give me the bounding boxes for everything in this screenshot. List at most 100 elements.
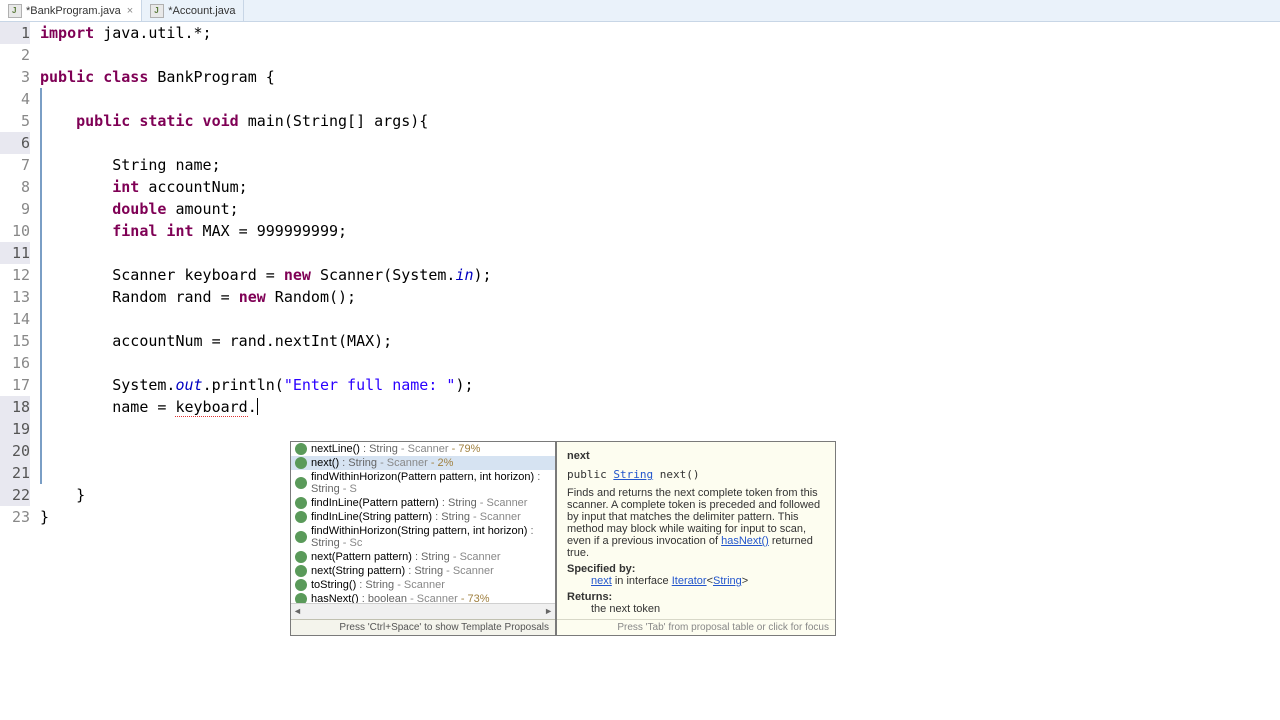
doc-signature: public String next() — [567, 468, 825, 481]
field-ref: out — [175, 376, 202, 394]
code-editor[interactable]: 123456789101112131415161718×1920212223 i… — [0, 22, 1280, 720]
autocomplete-label: findInLine(String pattern) : String - Sc… — [311, 511, 521, 523]
keyword: final — [112, 222, 157, 240]
line-number: 6 — [0, 132, 30, 154]
autocomplete-item[interactable]: findInLine(String pattern) : String - Sc… — [291, 510, 555, 524]
line-number-gutter: 123456789101112131415161718×1920212223 — [0, 22, 34, 720]
code-text: MAX = 999999999; — [194, 222, 348, 240]
code-text: ); — [474, 266, 492, 284]
line-number: 7 — [0, 154, 30, 176]
code-text: System. — [112, 376, 175, 394]
autocomplete-list[interactable]: nextLine() : String - Scanner - 79%next(… — [290, 441, 556, 636]
autocomplete-item[interactable]: hasNext() : boolean - Scanner - 73% — [291, 592, 555, 603]
line-number: 22 — [0, 484, 30, 506]
code-text-error: keyboard — [175, 398, 247, 417]
autocomplete-label: next() : String - Scanner - 2% — [311, 457, 453, 469]
line-number: 12 — [0, 264, 30, 286]
keyword: class — [94, 68, 148, 86]
method-icon — [295, 511, 307, 523]
line-number: 10 — [0, 220, 30, 242]
autocomplete-label: findWithinHorizon(Pattern pattern, int h… — [311, 471, 551, 495]
code-text: name = — [112, 398, 175, 416]
doc-title: next — [567, 450, 825, 462]
code-text: amount; — [166, 200, 238, 218]
autocomplete-label: toString() : String - Scanner — [311, 579, 445, 591]
method-icon — [295, 457, 307, 469]
method-link[interactable]: next — [591, 575, 612, 587]
code-text: rand — [175, 288, 211, 306]
javadoc-popup[interactable]: next public String next() Finds and retu… — [556, 441, 836, 636]
code-text: main(String[] args){ — [239, 112, 429, 130]
code-text: Random — [112, 288, 175, 306]
line-number: 13 — [0, 286, 30, 308]
line-number: 9 — [0, 198, 30, 220]
code-text: .println( — [203, 376, 284, 394]
tab-bankprogram[interactable]: *BankProgram.java × — [0, 0, 142, 21]
doc-body: Finds and returns the next complete toke… — [567, 487, 825, 559]
autocomplete-item[interactable]: next() : String - Scanner - 2% — [291, 456, 555, 470]
line-number: 20 — [0, 440, 30, 462]
line-number: 21 — [0, 462, 30, 484]
keyword: new — [239, 288, 266, 306]
line-number: 17 — [0, 374, 30, 396]
method-link[interactable]: hasNext() — [721, 535, 769, 547]
autocomplete-items[interactable]: nextLine() : String - Scanner - 79%next(… — [291, 442, 555, 603]
method-icon — [295, 531, 307, 543]
line-number: 18× — [0, 396, 30, 418]
field-ref: in — [455, 266, 473, 284]
autocomplete-item[interactable]: findWithinHorizon(Pattern pattern, int h… — [291, 470, 555, 496]
doc-returns-label: Returns: — [567, 591, 825, 603]
autocomplete-item[interactable]: findInLine(Pattern pattern) : String - S… — [291, 496, 555, 510]
code-text: } — [76, 486, 85, 504]
autocomplete-label: findInLine(Pattern pattern) : String - S… — [311, 497, 527, 509]
code-text: accountNum; — [139, 178, 247, 196]
line-number: 3 — [0, 66, 30, 88]
keyword: int — [112, 178, 139, 196]
autocomplete-footer: Press 'Ctrl+Space' to show Template Prop… — [291, 619, 555, 635]
close-icon[interactable]: × — [127, 5, 133, 17]
line-number: 8 — [0, 176, 30, 198]
method-icon — [295, 443, 307, 455]
code-text: BankProgram { — [148, 68, 274, 86]
method-icon — [295, 497, 307, 509]
autocomplete-item[interactable]: next(String pattern) : String - Scanner — [291, 564, 555, 578]
keyword: new — [284, 266, 311, 284]
code-text: = — [257, 266, 284, 284]
tab-label: *Account.java — [168, 5, 235, 17]
code-text: Random(); — [266, 288, 356, 306]
line-number: 2 — [0, 44, 30, 66]
string-literal: "Enter full name: " — [284, 376, 456, 394]
method-icon — [295, 565, 307, 577]
code-text: . — [248, 398, 257, 416]
autocomplete-label: hasNext() : boolean - Scanner - 73% — [311, 593, 490, 603]
doc-specified-by: next in interface Iterator<String> — [591, 575, 825, 587]
keyword: import — [40, 24, 94, 42]
keyword: public — [40, 68, 94, 86]
tab-account[interactable]: *Account.java — [142, 0, 244, 21]
doc-specified-by-label: Specified by: — [567, 563, 825, 575]
autocomplete-label: next(Pattern pattern) : String - Scanner — [311, 551, 501, 563]
type-link[interactable]: String — [713, 575, 742, 587]
java-file-icon — [150, 4, 164, 18]
tab-label: *BankProgram.java — [26, 5, 121, 17]
horizontal-scrollbar[interactable] — [291, 603, 555, 619]
autocomplete-item[interactable]: next(Pattern pattern) : String - Scanner — [291, 550, 555, 564]
line-number: 1 — [0, 22, 30, 44]
code-text: } — [40, 508, 49, 526]
autocomplete-item[interactable]: toString() : String - Scanner — [291, 578, 555, 592]
type-link[interactable]: Iterator — [672, 575, 707, 587]
keyword: void — [194, 112, 239, 130]
line-number: 23 — [0, 506, 30, 528]
editor-tab-bar: *BankProgram.java × *Account.java — [0, 0, 1280, 22]
code-text: = — [212, 288, 239, 306]
line-number: 15 — [0, 330, 30, 352]
autocomplete-item[interactable]: nextLine() : String - Scanner - 79% — [291, 442, 555, 456]
code-text: Scanner(System. — [311, 266, 456, 284]
autocomplete-label: next(String pattern) : String - Scanner — [311, 565, 494, 577]
line-number: 19 — [0, 418, 30, 440]
method-icon — [295, 579, 307, 591]
type-link[interactable]: String — [613, 468, 653, 481]
keyword: int — [157, 222, 193, 240]
autocomplete-item[interactable]: findWithinHorizon(String pattern, int ho… — [291, 524, 555, 550]
code-text: Scanner — [112, 266, 184, 284]
